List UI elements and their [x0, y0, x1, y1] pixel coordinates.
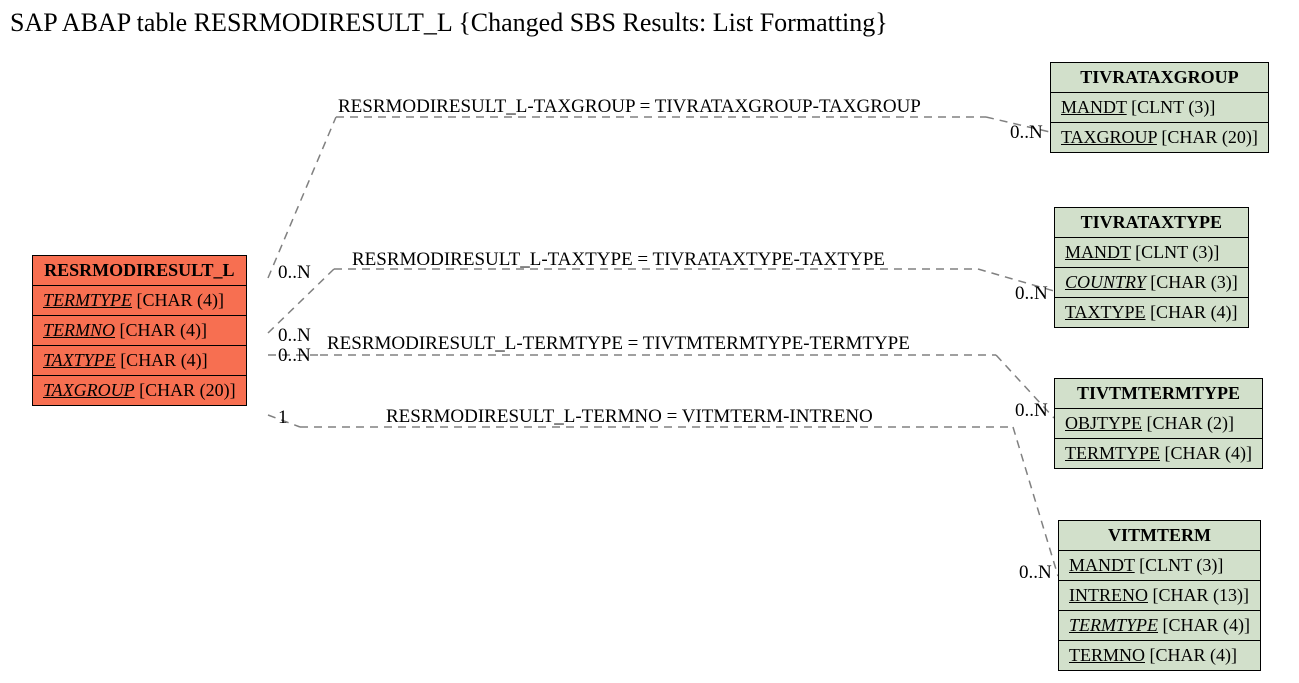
cardinality-left: 0..N: [278, 325, 311, 347]
table-vitmterm: VITMTERM MANDT [CLNT (3)] INTRENO [CHAR …: [1058, 520, 1261, 671]
cardinality-left: 0..N: [278, 262, 311, 284]
field: TERMNO [CHAR (4)]: [1059, 641, 1261, 671]
diagram-canvas: SAP ABAP table RESRMODIRESULT_L {Changed…: [0, 0, 1299, 683]
field: MANDT [CLNT (3)]: [1055, 238, 1249, 268]
field: MANDT [CLNT (3)]: [1051, 93, 1269, 123]
table-header: TIVRATAXTYPE: [1055, 208, 1249, 238]
cardinality-right: 0..N: [1015, 400, 1048, 422]
cardinality-left: 0..N: [278, 345, 311, 367]
field: TERMTYPE [CHAR (4)]: [1059, 611, 1261, 641]
cardinality-right: 0..N: [1015, 283, 1048, 305]
field: TERMTYPE [CHAR (4)]: [1055, 439, 1263, 469]
table-tivrataxtype: TIVRATAXTYPE MANDT [CLNT (3)] COUNTRY [C…: [1054, 207, 1249, 328]
table-header: VITMTERM: [1059, 521, 1261, 551]
table-source: RESRMODIRESULT_L TERMTYPE [CHAR (4)] TER…: [32, 255, 247, 406]
table-tivrataxgroup: TIVRATAXGROUP MANDT [CLNT (3)] TAXGROUP …: [1050, 62, 1269, 153]
field: TAXTYPE [CHAR (4)]: [33, 346, 247, 376]
cardinality-right: 0..N: [1019, 562, 1052, 584]
field: TERMTYPE [CHAR (4)]: [33, 286, 247, 316]
table-tivtmtermtype: TIVTMTERMTYPE OBJTYPE [CHAR (2)] TERMTYP…: [1054, 378, 1263, 469]
cardinality-right: 0..N: [1010, 122, 1043, 144]
field: TAXGROUP [CHAR (20)]: [1051, 123, 1269, 153]
field: INTRENO [CHAR (13)]: [1059, 581, 1261, 611]
page-title: SAP ABAP table RESRMODIRESULT_L {Changed…: [10, 8, 888, 38]
field: OBJTYPE [CHAR (2)]: [1055, 409, 1263, 439]
field: TAXGROUP [CHAR (20)]: [33, 376, 247, 406]
field: TERMNO [CHAR (4)]: [33, 316, 247, 346]
field: MANDT [CLNT (3)]: [1059, 551, 1261, 581]
table-header: TIVTMTERMTYPE: [1055, 379, 1263, 409]
relation-label: RESRMODIRESULT_L-TAXTYPE = TIVRATAXTYPE-…: [352, 249, 885, 271]
relation-label: RESRMODIRESULT_L-TERMNO = VITMTERM-INTRE…: [386, 406, 873, 428]
relation-label: RESRMODIRESULT_L-TAXGROUP = TIVRATAXGROU…: [338, 96, 921, 118]
table-source-header: RESRMODIRESULT_L: [33, 256, 247, 286]
field: COUNTRY [CHAR (3)]: [1055, 268, 1249, 298]
field: TAXTYPE [CHAR (4)]: [1055, 298, 1249, 328]
table-header: TIVRATAXGROUP: [1051, 63, 1269, 93]
cardinality-left: 1: [278, 407, 288, 429]
relation-label: RESRMODIRESULT_L-TERMTYPE = TIVTMTERMTYP…: [327, 333, 910, 355]
